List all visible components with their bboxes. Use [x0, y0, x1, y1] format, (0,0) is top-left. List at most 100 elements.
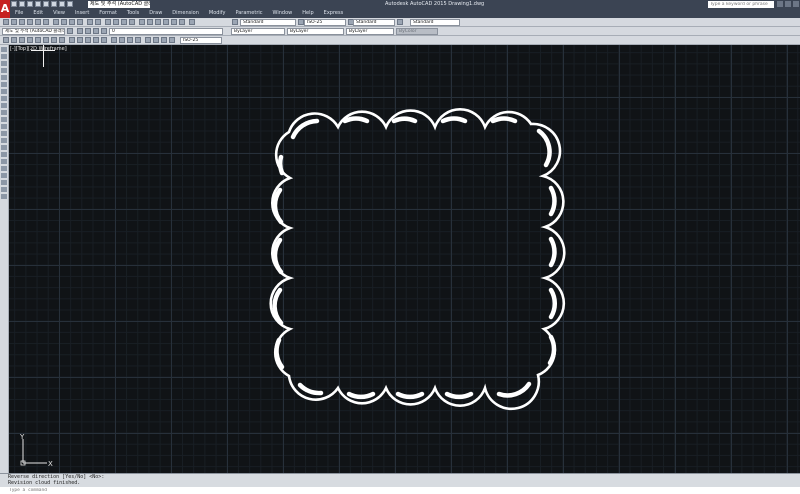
cut-icon[interactable]	[53, 19, 59, 25]
redo-icon[interactable]	[95, 19, 101, 25]
spline-icon[interactable]	[1, 103, 7, 108]
new-icon[interactable]	[11, 1, 17, 7]
dim-text-edit-icon[interactable]	[153, 37, 159, 43]
revision-cloud[interactable]	[269, 107, 566, 411]
menu-parametric[interactable]: Parametric	[230, 9, 267, 18]
menu-file[interactable]: File	[10, 9, 28, 18]
print-icon[interactable]	[27, 19, 33, 25]
help-icon[interactable]	[189, 19, 195, 25]
jogged-linear-icon[interactable]	[135, 37, 141, 43]
jogged-icon[interactable]	[43, 37, 49, 43]
multiline-text-icon[interactable]	[1, 173, 7, 178]
dim-style-icon[interactable]	[169, 37, 175, 43]
inspect-icon[interactable]	[127, 37, 133, 43]
ordinate-icon[interactable]	[27, 37, 33, 43]
lineweight-select[interactable]: ByLayer	[346, 28, 394, 35]
point-icon[interactable]	[1, 138, 7, 143]
gradient-icon[interactable]	[1, 152, 7, 157]
save-icon[interactable]	[27, 1, 33, 7]
dim-style-select[interactable]: ISO-25	[304, 19, 346, 26]
dim-update-icon[interactable]	[161, 37, 167, 43]
arc-icon[interactable]	[1, 82, 7, 87]
close-icon[interactable]	[793, 1, 799, 7]
rectangle-icon[interactable]	[1, 75, 7, 80]
menu-draw[interactable]: Draw	[144, 9, 167, 18]
layer-properties-icon[interactable]	[77, 28, 83, 34]
tool-palettes-icon[interactable]	[155, 19, 161, 25]
menu-edit[interactable]: Edit	[28, 9, 48, 18]
modify-move-icon[interactable]	[1, 194, 7, 199]
ellipse-icon[interactable]	[1, 110, 7, 115]
text-style-select[interactable]: Standard	[240, 19, 296, 26]
mleader-style-select[interactable]: Standard	[410, 19, 460, 26]
add-selected-icon[interactable]	[1, 180, 7, 185]
menu-help[interactable]: Help	[297, 9, 318, 18]
quick-dim-icon[interactable]	[69, 37, 75, 43]
plotstyle-select[interactable]: ByColor	[396, 28, 438, 35]
menu-view[interactable]: View	[48, 9, 70, 18]
markup-icon[interactable]	[171, 19, 177, 25]
lightbulb-icon[interactable]	[85, 28, 91, 34]
maximize-icon[interactable]	[785, 1, 791, 7]
table-style-select[interactable]: Standard	[353, 19, 395, 26]
polygon-icon[interactable]	[1, 68, 7, 73]
open-icon[interactable]	[11, 19, 17, 25]
save-icon[interactable]	[19, 19, 25, 25]
line-icon[interactable]	[1, 47, 7, 52]
region-icon[interactable]	[1, 159, 7, 164]
dim-edit-icon[interactable]	[145, 37, 151, 43]
save-as-icon[interactable]	[35, 1, 41, 7]
layer-select[interactable]: 0	[109, 28, 223, 35]
zoom-icon[interactable]	[113, 19, 119, 25]
menu-express[interactable]: Express	[319, 9, 349, 18]
drawing-canvas[interactable]: [-][Top][2D Wireframe] X Y	[9, 45, 800, 473]
search-input[interactable]	[708, 1, 774, 8]
minimize-icon[interactable]	[777, 1, 783, 7]
menu-tools[interactable]: Tools	[122, 9, 144, 18]
insert-block-icon[interactable]	[1, 124, 7, 129]
radius-icon[interactable]	[35, 37, 41, 43]
color-select[interactable]: ByLayer	[231, 28, 285, 35]
undo-icon[interactable]	[51, 1, 57, 7]
autocad-logo[interactable]: A	[0, 0, 10, 18]
ellipse-arc-icon[interactable]	[1, 117, 7, 122]
diameter-icon[interactable]	[51, 37, 57, 43]
revision-cloud-icon[interactable]	[1, 96, 7, 101]
match-icon[interactable]	[77, 19, 83, 25]
gear-icon[interactable]	[67, 1, 73, 7]
workspace-select[interactable]: 제도 및 주석 (AutoCAD 클래식)	[88, 1, 150, 8]
linear-dim-icon[interactable]	[3, 37, 9, 43]
workspace-select[interactable]: 제도 및 주석 (AutoCAD 클래식)	[2, 28, 65, 35]
preview-icon[interactable]	[35, 19, 41, 25]
modify-erase-icon[interactable]	[1, 187, 7, 192]
publish-icon[interactable]	[43, 19, 49, 25]
design-center-icon[interactable]	[147, 19, 153, 25]
aligned-dim-icon[interactable]	[11, 37, 17, 43]
circle-icon[interactable]	[1, 89, 7, 94]
copy-icon[interactable]	[61, 19, 67, 25]
new-icon[interactable]	[3, 19, 9, 25]
sheet-set-icon[interactable]	[163, 19, 169, 25]
zoom-previous-icon[interactable]	[129, 19, 135, 25]
undo-icon[interactable]	[87, 19, 93, 25]
table-icon[interactable]	[1, 166, 7, 171]
print-icon[interactable]	[43, 1, 49, 7]
menu-window[interactable]: Window	[268, 9, 298, 18]
make-block-icon[interactable]	[1, 131, 7, 136]
menu-dimension[interactable]: Dimension	[167, 9, 204, 18]
paste-icon[interactable]	[69, 19, 75, 25]
lock-icon[interactable]	[101, 28, 107, 34]
zoom-window-icon[interactable]	[121, 19, 127, 25]
menu-format[interactable]: Format	[94, 9, 122, 18]
tolerance-icon[interactable]	[111, 37, 117, 43]
pan-icon[interactable]	[105, 19, 111, 25]
calculator-icon[interactable]	[179, 19, 185, 25]
space-icon[interactable]	[93, 37, 99, 43]
center-mark-icon[interactable]	[119, 37, 125, 43]
menu-modify[interactable]: Modify	[204, 9, 231, 18]
construction-line-icon[interactable]	[1, 54, 7, 59]
baseline-icon[interactable]	[77, 37, 83, 43]
polyline-icon[interactable]	[1, 61, 7, 66]
break-icon[interactable]	[101, 37, 107, 43]
arc-length-icon[interactable]	[19, 37, 25, 43]
